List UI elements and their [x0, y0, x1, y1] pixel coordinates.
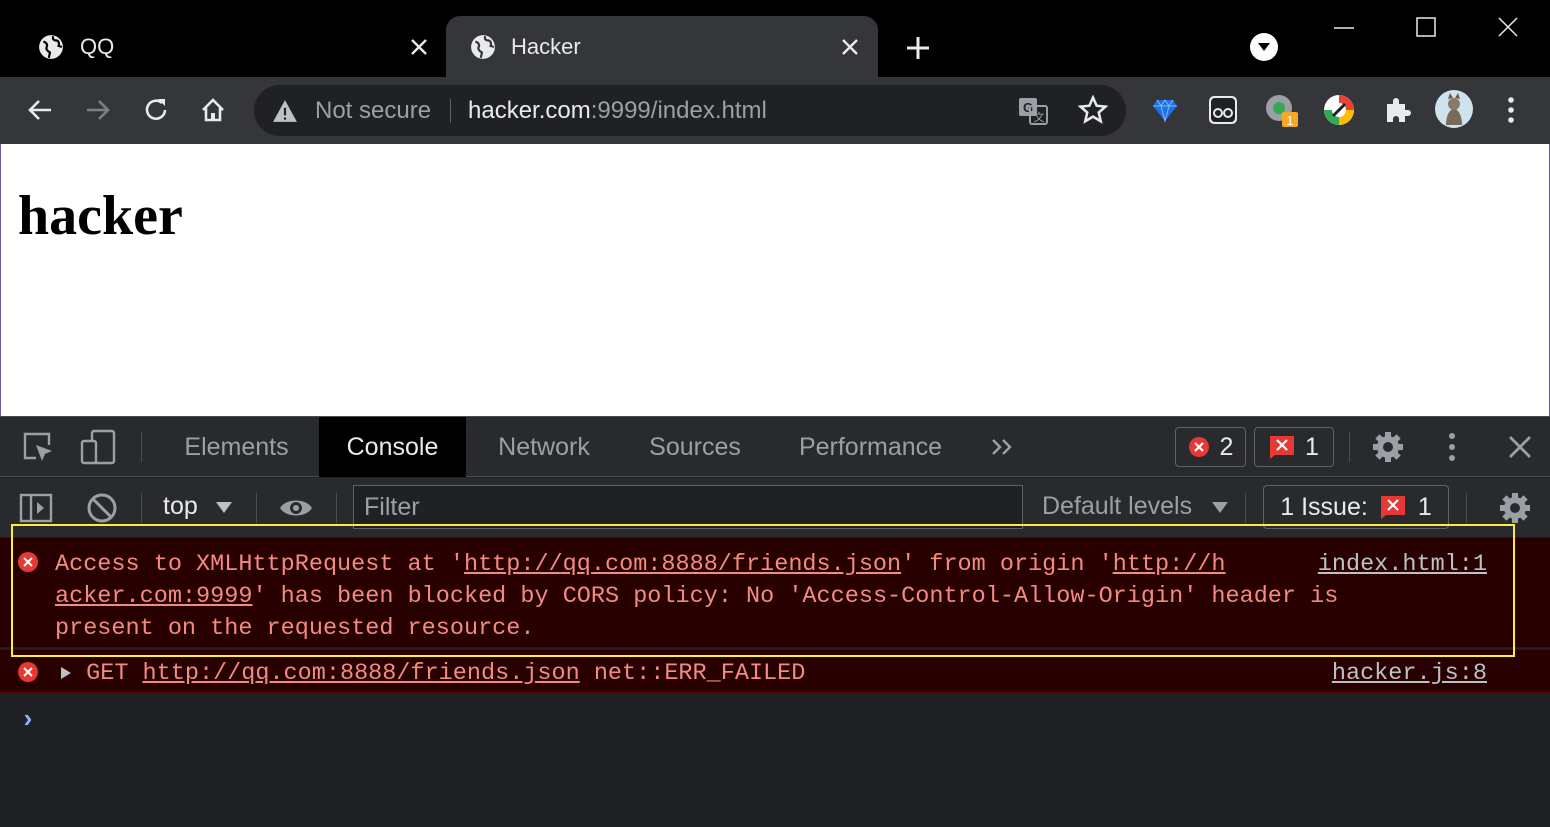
menu-kebab-icon[interactable]: [1494, 93, 1528, 127]
console-prompt-chevron-icon[interactable]: ›: [20, 705, 36, 735]
tab-performance[interactable]: Performance: [778, 417, 963, 477]
address-bar[interactable]: Not secure hacker.com:9999/index.html G文: [254, 85, 1126, 136]
console-toolbar: top Default levels 1 Issue: 1: [0, 478, 1550, 538]
device-toolbar-icon[interactable]: [80, 429, 116, 465]
error-line-1: Access to XMLHttpRequest at 'http://qq.c…: [55, 551, 1226, 578]
security-label[interactable]: Not secure: [315, 97, 431, 125]
filter-box[interactable]: [353, 485, 1023, 529]
reload-icon[interactable]: [137, 91, 175, 129]
error-count: 2: [1219, 432, 1234, 461]
filter-input[interactable]: [354, 486, 1022, 528]
close-devtools-icon[interactable]: [1502, 429, 1538, 465]
url-text[interactable]: hacker.com:9999/index.html: [468, 97, 767, 125]
issue-count: 1: [1305, 432, 1319, 461]
tab-qq[interactable]: QQ: [0, 16, 444, 77]
color-picker-extension-icon[interactable]: [1322, 93, 1356, 127]
console-message-network-error[interactable]: GET http://qq.com:8888/friends.json net:…: [0, 649, 1550, 693]
devtools-tabbar: Elements Console Network Sources Perform…: [0, 417, 1550, 477]
source-link[interactable]: index.html:1: [1318, 549, 1487, 581]
back-icon[interactable]: [21, 91, 59, 129]
source-link[interactable]: hacker.js:8: [1332, 658, 1487, 690]
gray-circle-extension-icon[interactable]: 1: [1264, 93, 1298, 127]
settings-gear-icon[interactable]: [1370, 429, 1406, 465]
translate-icon[interactable]: G文: [1018, 97, 1048, 125]
origin-url-link[interactable]: http://h: [1113, 551, 1226, 578]
svg-text:文: 文: [1034, 110, 1045, 124]
error-line-3: present on the requested resource.: [55, 615, 535, 642]
tab-network[interactable]: Network: [476, 417, 612, 477]
diamond-extension-icon[interactable]: [1148, 93, 1182, 127]
browser-toolbar: Not secure hacker.com:9999/index.html G文…: [0, 77, 1550, 144]
maximize-icon[interactable]: [1406, 10, 1446, 44]
console-message-cors-error[interactable]: Access to XMLHttpRequest at 'http://qq.c…: [0, 537, 1550, 648]
error-icon: [18, 552, 38, 572]
minimize-icon[interactable]: [1324, 12, 1364, 46]
globe-icon: [39, 35, 63, 59]
extensions-puzzle-icon[interactable]: [1380, 93, 1414, 127]
error-icon: [18, 662, 38, 682]
divider: [1349, 432, 1350, 462]
issues-label: 1 Issue:: [1280, 492, 1368, 521]
error-status: net::ERR_FAILED: [593, 660, 806, 687]
glasses-extension-icon[interactable]: [1206, 93, 1240, 127]
sidebar-toggle-icon[interactable]: [18, 490, 54, 526]
live-expression-eye-icon[interactable]: [278, 490, 314, 526]
tab-close-icon[interactable]: [402, 30, 436, 64]
page-heading: hacker: [18, 185, 183, 247]
globe-icon: [471, 35, 495, 59]
clear-console-icon[interactable]: [84, 490, 120, 526]
request-url-link[interactable]: http://qq.com:8888/friends.json: [464, 551, 901, 578]
error-line-2: acker.com:9999' has been blocked by CORS…: [55, 583, 1339, 610]
error-text: GET http://qq.com:8888/friends.json net:…: [60, 658, 805, 690]
context-selector[interactable]: top: [163, 492, 198, 521]
tab-hacker[interactable]: Hacker: [446, 16, 878, 77]
home-icon[interactable]: [194, 91, 232, 129]
issues-count: 1: [1417, 492, 1432, 521]
divider: [1245, 493, 1246, 523]
bookmark-star-icon[interactable]: [1078, 95, 1108, 125]
tab-title: QQ: [80, 34, 115, 59]
svg-text:G: G: [1023, 100, 1033, 115]
chevron-down-icon[interactable]: [1212, 502, 1228, 513]
divider: [141, 432, 142, 462]
issue-counter[interactable]: 1: [1254, 427, 1334, 467]
warning-icon[interactable]: [272, 98, 298, 124]
page-viewport: hacker: [0, 144, 1550, 416]
tab-title: Hacker: [511, 34, 581, 59]
divider: [256, 493, 257, 523]
tab-elements[interactable]: Elements: [164, 417, 309, 477]
request-url-link[interactable]: http://qq.com:8888/friends.json: [143, 660, 580, 687]
extension-badge-count: 1: [1286, 113, 1293, 127]
devtools-menu-kebab-icon[interactable]: [1434, 429, 1470, 465]
new-tab-icon[interactable]: [898, 28, 938, 68]
divider: [336, 493, 337, 523]
tab-close-icon[interactable]: [833, 30, 867, 64]
tab-console[interactable]: Console: [319, 417, 466, 477]
divider: [141, 493, 142, 523]
issues-button[interactable]: 1 Issue: 1: [1263, 485, 1449, 529]
forward-icon[interactable]: [79, 91, 117, 129]
chevron-down-icon[interactable]: [216, 502, 232, 513]
url-path: :9999/index.html: [590, 97, 767, 124]
window-close-icon[interactable]: [1488, 10, 1528, 44]
tab-search-icon[interactable]: [1250, 33, 1278, 61]
profile-avatar[interactable]: [1434, 89, 1474, 129]
issue-flag-icon: [1380, 496, 1405, 519]
expand-triangle-icon[interactable]: [60, 666, 72, 680]
http-method: GET: [86, 660, 129, 687]
more-tabs-chevron-icon[interactable]: [984, 429, 1020, 465]
error-icon: [1188, 437, 1209, 457]
log-levels-dropdown[interactable]: Default levels: [1042, 492, 1192, 521]
origin-url-link-continued[interactable]: acker.com:9999: [55, 583, 252, 610]
url-host: hacker.com: [468, 97, 591, 124]
divider: [1466, 493, 1467, 523]
issue-flag-icon: [1270, 436, 1295, 459]
console-settings-gear-icon[interactable]: [1497, 490, 1533, 526]
inspect-element-icon[interactable]: [20, 429, 56, 465]
divider: [450, 99, 451, 123]
error-counter[interactable]: 2: [1175, 427, 1246, 467]
tab-strip: QQ Hacker: [0, 0, 1550, 77]
tab-sources[interactable]: Sources: [630, 417, 760, 477]
